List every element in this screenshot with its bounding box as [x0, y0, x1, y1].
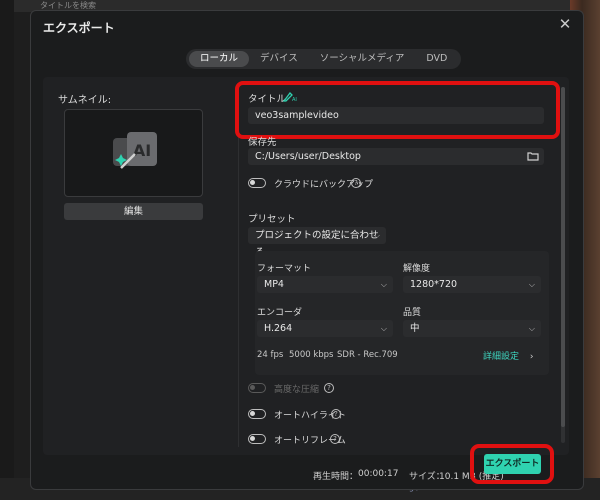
detail-settings-label: 詳細設定 — [483, 352, 520, 362]
edit-thumbnail-button[interactable]: 編集 — [64, 203, 203, 220]
duration-label: 再生時間： — [313, 472, 359, 482]
format-select[interactable]: MP4 ⌵ — [257, 276, 393, 293]
export-dialog: エクスポート ✕ ローカル デバイス ソーシャルメディア DVD サムネイル: … — [30, 10, 584, 490]
thumbnail-label: サムネイル: — [58, 95, 112, 106]
chevron-down-icon: ⌵ — [380, 324, 387, 333]
chevron-down-icon: ⌵ — [528, 280, 535, 289]
ai-image-icon: AI — [113, 132, 157, 169]
export-highlight-box — [470, 444, 554, 484]
help-icon[interactable]: ? — [324, 383, 334, 393]
scrollbar-thumb[interactable] — [561, 87, 565, 427]
encoder-select[interactable]: H.264 ⌵ — [257, 320, 393, 337]
resolution-label: 解像度 — [403, 264, 431, 274]
help-icon[interactable]: ? — [330, 434, 340, 444]
tab-local[interactable]: ローカル — [189, 51, 250, 67]
quality-value: 中 — [410, 323, 420, 334]
encoder-value: H.264 — [264, 323, 293, 334]
panel-divider — [238, 85, 239, 447]
editor-left-edge — [0, 0, 14, 500]
quality-select[interactable]: 中 ⌵ — [403, 320, 541, 337]
save-path-text: C:/Users/user/Desktop — [255, 151, 361, 162]
chevron-down-icon: ⌵ — [528, 324, 535, 333]
bitrate-text: 5000 kbps — [289, 350, 334, 360]
detail-settings-link[interactable]: 詳細設定 › — [483, 349, 534, 362]
tab-device[interactable]: デバイス — [249, 51, 309, 67]
auto-highlight-toggle[interactable] — [248, 409, 266, 419]
tab-dvd[interactable]: DVD — [415, 51, 458, 67]
export-tabs: ローカル デバイス ソーシャルメディア DVD — [186, 49, 462, 69]
auto-reframe-toggle[interactable] — [248, 434, 266, 444]
tab-social-media[interactable]: ソーシャルメディア — [309, 51, 416, 67]
quality-label: 品質 — [403, 308, 422, 318]
close-icon[interactable]: ✕ — [557, 16, 573, 32]
chevron-down-icon: ⌵ — [380, 280, 387, 289]
fps-text: 24 fps — [257, 350, 284, 360]
thumbnail-preview[interactable]: AI — [64, 109, 203, 197]
color-space-text: SDR - Rec.709 — [337, 350, 398, 360]
editor-search-text: タイトルを検索 — [40, 1, 96, 10]
resolution-value: 1280*720 — [410, 279, 458, 290]
dialog-title: エクスポート — [43, 21, 115, 35]
duration-value: 00:00:17 — [358, 469, 399, 479]
format-value: MP4 — [264, 279, 284, 290]
chevron-down-icon: ⌵ — [373, 231, 380, 240]
resolution-select[interactable]: 1280*720 ⌵ — [403, 276, 541, 293]
advanced-compression-toggle[interactable] — [248, 383, 266, 393]
chevron-right-icon: › — [529, 352, 534, 362]
title-highlight-box — [235, 81, 560, 139]
save-path-field[interactable]: C:/Users/user/Desktop — [248, 148, 544, 165]
cloud-backup-toggle[interactable] — [248, 178, 266, 188]
help-icon[interactable]: ? — [331, 409, 341, 419]
preset-label: プリセット — [248, 214, 296, 225]
encoder-label: エンコーダ — [257, 308, 303, 318]
folder-icon[interactable] — [527, 151, 539, 161]
preset-select[interactable]: プロジェクトの設定に合わせる ⌵ — [248, 227, 386, 258]
panel-scrollbar[interactable] — [561, 87, 565, 443]
format-label: フォーマット — [257, 264, 312, 274]
advanced-compression-label: 高度な圧縮 — [274, 385, 320, 395]
svg-text:AI: AI — [133, 141, 151, 160]
help-icon[interactable]: ? — [351, 178, 361, 188]
save-location-label: 保存先 — [248, 137, 277, 148]
